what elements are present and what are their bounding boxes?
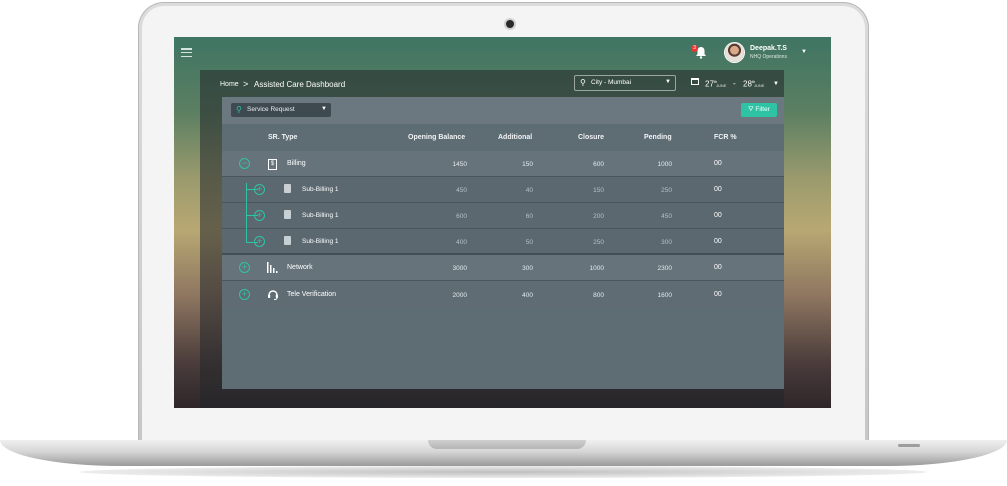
table-row[interactable]: + Sub-Billing 1 450 40 150 250 00 [222,177,784,203]
expand-icon[interactable]: + [239,289,250,300]
closure: 250 [593,239,604,246]
avatar[interactable] [725,43,744,62]
pending: 1600 [657,292,672,299]
filter-button[interactable]: ⛛ Filter [741,103,777,117]
top-bar: 3 Deepak.T.S NHQ Operations ▼ [174,37,831,71]
breadcrumb-home[interactable]: Home [220,81,239,88]
column-header-pending[interactable]: Pending [644,134,672,141]
fcr: 00 [714,186,722,193]
pending: 300 [661,239,672,246]
user-role: NHQ Operations [750,54,787,60]
expand-icon[interactable]: + [239,262,250,273]
location-pin-icon: ⚲ [236,105,242,114]
signal-icon [267,262,278,273]
date-to-month: JUNE [754,83,765,88]
row-name: Network [287,264,313,271]
pending: 250 [661,187,672,194]
additional: 50 [525,239,533,246]
row-name: Sub-Billing 1 [302,186,339,193]
additional: 40 [525,187,533,194]
tree-branch [247,189,258,190]
city-select[interactable]: ⚲ City - Mumbai ▼ [574,75,676,91]
camera-icon [506,20,514,28]
row-name: Billing [287,160,306,167]
additional: 400 [522,292,533,299]
service-request-value: Service Request [247,106,295,113]
laptop-indicator [898,444,920,447]
opening-balance: 2000 [452,292,467,299]
pending: 1000 [657,161,672,168]
filter-icon: ⛛ [748,106,754,113]
date-from-month: JUNE [716,83,727,88]
table-row[interactable]: + Sub-Billing 1 400 50 250 300 00 [222,229,784,255]
tree-branch [247,215,258,216]
table-toolbar: ⚲ Service Request ▼ ⛛ Filter [222,97,784,124]
collapse-icon[interactable]: − [239,158,250,169]
closure: 150 [593,187,604,194]
additional: 60 [525,213,533,220]
table-row[interactable]: − $ Billing 1450 150 600 1000 00 [222,151,784,177]
city-select-value: City - Mumbai [591,79,632,86]
menu-icon[interactable] [181,48,192,57]
laptop-shadow [80,466,927,478]
screen: 3 Deepak.T.S NHQ Operations ▼ Home > Ass… [174,37,831,408]
document-icon [284,210,291,219]
closure: 1000 [589,265,604,272]
dashboard-panel: Home > Assisted Care Dashboard ⚲ City - … [200,70,784,408]
service-request-select[interactable]: ⚲ Service Request ▼ [231,103,331,117]
closure: 600 [593,161,604,168]
document-icon [284,184,291,193]
opening-balance: 3000 [452,265,467,272]
row-name: Sub-Billing 1 [302,238,339,245]
page-title: Assisted Care Dashboard [254,80,346,89]
laptop-notch [428,440,586,449]
row-name: Tele Verification [287,291,337,298]
closure: 800 [593,292,604,299]
notification-badge: 3 [691,45,698,52]
column-header-closure[interactable]: Closure [578,134,604,141]
user-name[interactable]: Deepak.T.S [750,45,787,52]
fcr: 00 [714,238,722,245]
tree-branch [247,242,258,243]
column-header-sr-type[interactable]: SR. Type [268,134,297,141]
date-separator: - [733,79,736,88]
fcr: 00 [714,160,722,167]
chevron-right-icon: > [243,79,249,89]
opening-balance: 400 [456,239,467,246]
billing-icon: $ [268,159,277,170]
column-header-opening-balance[interactable]: Opening Balance [408,134,465,141]
chevron-down-icon: ▼ [321,106,327,112]
chevron-down-icon: ▼ [665,79,671,85]
location-pin-icon: ⚲ [580,78,586,87]
fcr: 00 [714,264,722,271]
column-header-additional[interactable]: Additional [498,134,532,141]
column-header-fcr[interactable]: FCR % [714,134,737,141]
closure: 200 [593,213,604,220]
pending: 2300 [657,265,672,272]
sr-table-card: ⚲ Service Request ▼ ⛛ Filter SR. Type Op… [222,97,784,389]
table-header: SR. Type Opening Balance Additional Clos… [222,124,784,152]
opening-balance: 450 [456,187,467,194]
table-row[interactable]: + Sub-Billing 1 600 60 200 450 00 [222,203,784,229]
fcr: 00 [714,212,722,219]
document-icon [284,236,291,245]
table-row[interactable]: + Tele Verification 2000 400 800 1600 00 [222,282,784,308]
headset-icon [268,290,278,300]
user-menu-caret-icon[interactable]: ▼ [801,49,807,55]
pending: 450 [661,213,672,220]
fcr: 00 [714,291,722,298]
table-row[interactable]: + Network 3000 300 1000 2300 00 [222,255,784,281]
opening-balance: 1450 [452,161,467,168]
calendar-icon[interactable] [691,78,699,85]
date-range-caret-icon[interactable]: ▼ [773,81,779,87]
row-name: Sub-Billing 1 [302,212,339,219]
tree-connector [246,183,247,243]
opening-balance: 600 [456,213,467,220]
additional: 300 [522,265,533,272]
additional: 150 [522,161,533,168]
